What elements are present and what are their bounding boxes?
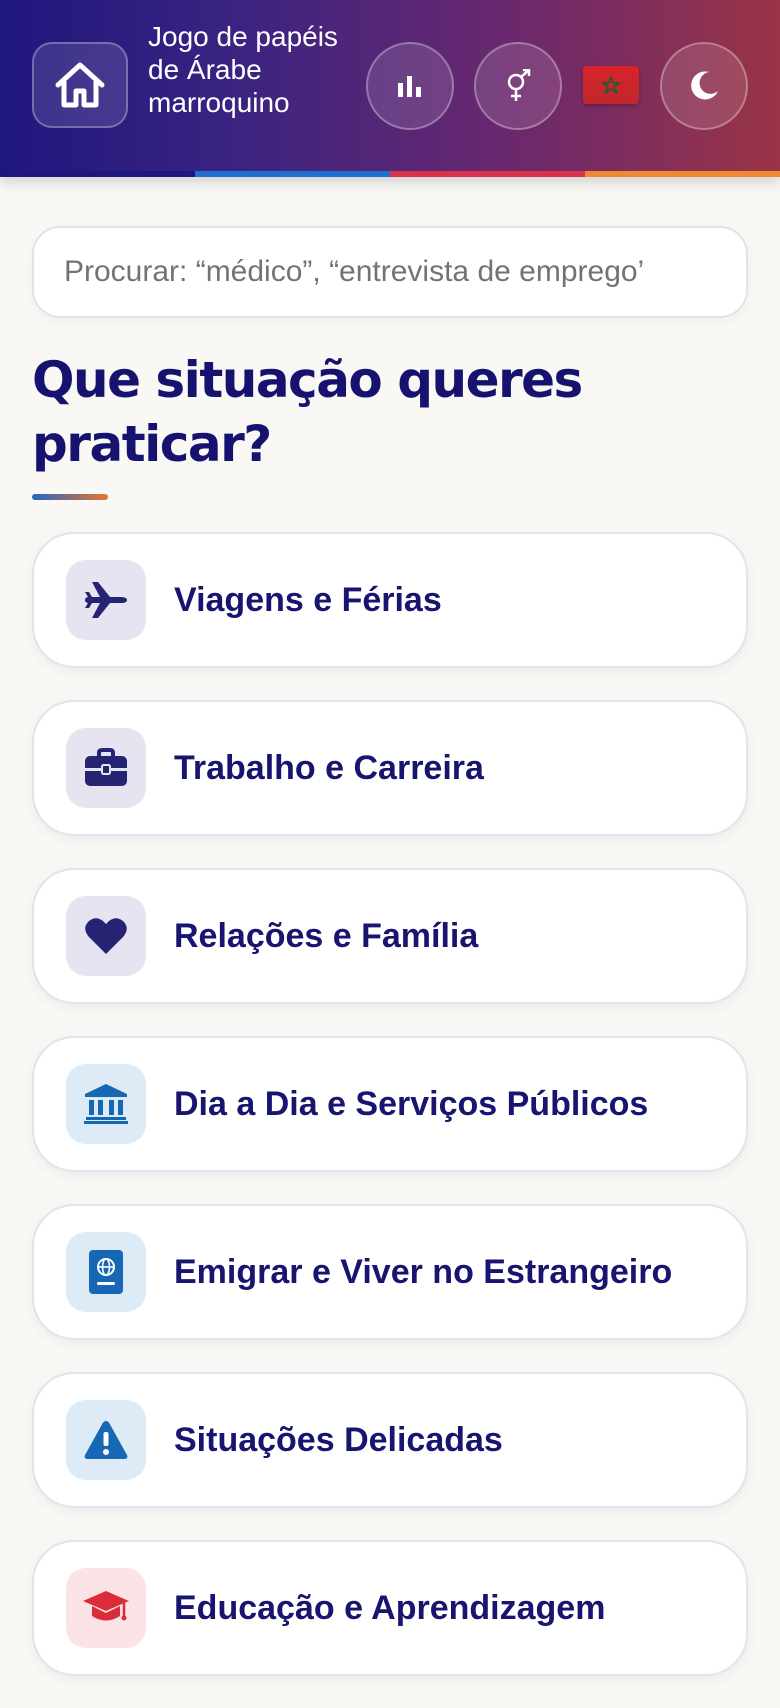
warning-icon xyxy=(84,1421,128,1459)
category-icon-box xyxy=(66,560,146,640)
bank-icon xyxy=(84,1084,128,1124)
home-button[interactable] xyxy=(32,42,128,128)
category-list: Viagens e Férias Trabalho e Carreira Rel… xyxy=(32,532,748,1708)
briefcase-icon xyxy=(85,748,127,786)
header-color-stripe xyxy=(0,171,780,177)
category-card-daily-life[interactable]: Dia a Dia e Serviços Públicos xyxy=(32,1036,748,1172)
airplane-icon xyxy=(85,582,127,618)
passport-icon xyxy=(89,1250,123,1294)
app-title: Jogo de papéis de Árabe marroquino xyxy=(148,21,338,118)
category-label: Trabalho e Carreira xyxy=(174,748,484,787)
category-card-relationships[interactable]: Relações e Família xyxy=(32,868,748,1004)
category-icon-box xyxy=(66,1232,146,1312)
category-icon-box xyxy=(66,1400,146,1480)
category-label: Relações e Família xyxy=(174,916,479,955)
category-label: Emigrar e Viver no Estrangeiro xyxy=(174,1252,673,1291)
category-card-emigration[interactable]: Emigrar e Viver no Estrangeiro xyxy=(32,1204,748,1340)
category-icon-box xyxy=(66,1064,146,1144)
category-icon-box xyxy=(66,896,146,976)
category-label: Dia a Dia e Serviços Públicos xyxy=(174,1084,649,1123)
morocco-flag-icon xyxy=(602,76,620,94)
stats-button[interactable] xyxy=(366,42,454,130)
language-flag-button[interactable] xyxy=(583,66,639,104)
search-input[interactable] xyxy=(32,226,748,318)
theme-toggle-button[interactable] xyxy=(660,42,748,130)
bar-chart-icon xyxy=(398,76,421,97)
category-icon-box xyxy=(66,1568,146,1648)
category-card-travel[interactable]: Viagens e Férias xyxy=(32,532,748,668)
category-label: Educação e Aprendizagem xyxy=(174,1588,606,1627)
gender-icon xyxy=(507,69,531,101)
app-header: Jogo de papéis de Árabe marroquino xyxy=(0,0,780,177)
gender-button[interactable] xyxy=(474,42,562,130)
home-icon xyxy=(55,62,105,108)
category-card-delicate-situations[interactable]: Situações Delicadas xyxy=(32,1372,748,1508)
page-heading: Que situação queres praticar? xyxy=(32,351,583,473)
category-label: Viagens e Férias xyxy=(174,580,442,619)
category-label: Situações Delicadas xyxy=(174,1420,503,1459)
category-card-work[interactable]: Trabalho e Carreira xyxy=(32,700,748,836)
moon-icon xyxy=(691,71,718,100)
category-card-education[interactable]: Educação e Aprendizagem xyxy=(32,1540,748,1676)
heart-icon xyxy=(85,918,127,954)
graduation-cap-icon xyxy=(83,1591,129,1621)
heading-underline xyxy=(32,494,108,500)
category-icon-box xyxy=(66,728,146,808)
